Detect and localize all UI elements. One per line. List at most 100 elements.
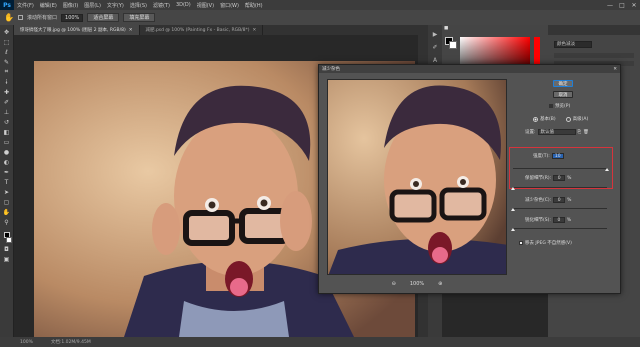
advanced-label: 高级(A) <box>572 117 589 122</box>
zoom-field[interactable]: 100% <box>61 13 84 22</box>
zoom-out-icon[interactable]: ⊖ <box>392 281 396 287</box>
preserve-detail-slider-handle[interactable] <box>511 187 515 190</box>
screen-mode-icon[interactable]: ▣ <box>2 255 11 263</box>
delete-settings-icon[interactable]: 🗑 <box>583 130 589 135</box>
sharpen-slider-handle[interactable] <box>511 228 515 231</box>
layers-panel-header <box>548 25 640 35</box>
menu-item[interactable]: 文字(Y) <box>104 2 127 9</box>
character-icon[interactable]: A <box>433 57 437 64</box>
menu-item[interactable]: 选择(S) <box>127 2 150 9</box>
tab-document-2[interactable]: 减肥.psd @ 100% (Painting Fx - Basic, RGB/… <box>140 25 264 35</box>
menu-item[interactable]: 编辑(E) <box>37 2 60 9</box>
fill-screen-button[interactable]: 填充屏幕 <box>123 13 156 22</box>
history-icon[interactable]: ▶ <box>433 31 438 38</box>
fit-screen-button[interactable]: 适合屏幕 <box>87 13 120 22</box>
quick-select-icon[interactable]: ✎ <box>2 58 11 66</box>
menu-item[interactable]: 视图(V) <box>194 2 217 9</box>
path-select-icon[interactable]: ➤ <box>2 188 11 196</box>
marquee-icon[interactable]: ⬚ <box>2 38 11 46</box>
background-color-picker[interactable] <box>449 41 457 49</box>
type-icon[interactable]: T <box>2 178 11 186</box>
preview-checkbox[interactable] <box>549 104 553 108</box>
jpeg-artifact-label: 移去 JPEG 不自然感(V) <box>525 241 572 246</box>
menu-item[interactable]: 图像(I) <box>60 2 81 9</box>
strength-label: 强度(T): <box>533 154 550 159</box>
preserve-detail-row: 保留细节(R): 0 % <box>525 175 571 181</box>
basic-label: 基本(B) <box>540 117 556 122</box>
strength-slider-track[interactable] <box>513 168 607 169</box>
dodge-icon[interactable]: ◐ <box>2 158 11 166</box>
zoom-in-icon[interactable]: ⊕ <box>438 281 442 287</box>
reduce-color-slider-handle[interactable] <box>511 208 515 211</box>
pen-icon[interactable]: ✒ <box>2 168 11 176</box>
menu-item[interactable]: 3D(D) <box>173 2 194 9</box>
gradient-icon[interactable]: ▭ <box>2 138 11 146</box>
background-color-swatch[interactable] <box>5 237 12 243</box>
menu-item[interactable]: 窗口(W) <box>217 2 242 9</box>
strength-slider-handle[interactable] <box>605 168 609 171</box>
advanced-radio[interactable] <box>565 116 571 122</box>
photoshop-logo: Ps <box>0 0 14 10</box>
blend-mode-select[interactable]: 颜色减淡 <box>554 41 592 48</box>
strength-row: 强度(T): 10 <box>533 153 564 159</box>
ok-button[interactable]: 确定 <box>553 80 573 87</box>
minimize-button[interactable]: — <box>604 0 616 10</box>
preview-label: 预览(P) <box>555 104 571 109</box>
hand-icon[interactable]: ✋ <box>4 13 14 23</box>
filter-preview[interactable] <box>327 79 507 275</box>
heal-icon[interactable]: ✚ <box>2 88 11 96</box>
quick-mask-icon[interactable]: ◘ <box>2 245 11 253</box>
crop-icon[interactable]: ⌗ <box>2 68 11 76</box>
status-bar: 100% 文档:1.02M/9.45M <box>0 337 640 347</box>
percent-label: % <box>566 217 572 223</box>
close-window-button[interactable]: ✕ <box>628 0 640 10</box>
move-icon[interactable]: ✥ <box>2 28 11 36</box>
brush-panel-icon[interactable]: ✐ <box>432 44 437 51</box>
maximize-button[interactable]: □ <box>616 0 628 10</box>
eraser-icon[interactable]: ◧ <box>2 128 11 136</box>
menu-item[interactable]: 文件(F) <box>14 2 37 9</box>
eyedropper-icon[interactable]: ɨ <box>2 78 11 86</box>
reduce-color-slider-track[interactable] <box>513 208 607 209</box>
document-tabs: 惊讶搞怪大了眼.jpg @ 100% (图层 2 副本, RGB/8) ✕ 减肥… <box>14 25 418 35</box>
preview-option: 预览(P) <box>549 103 570 109</box>
tab-label: 减肥.psd @ 100% (Painting Fx - Basic, RGB/… <box>145 28 250 33</box>
mode-options: 基本(B) 高级(A) <box>533 116 588 122</box>
jpeg-artifact-checkbox[interactable] <box>519 241 523 245</box>
zoom-icon[interactable]: ⚲ <box>2 218 11 226</box>
save-settings-icon[interactable]: ⎘ <box>578 129 582 135</box>
strength-field[interactable]: 10 <box>551 153 564 159</box>
layer-row[interactable] <box>554 53 634 58</box>
sharpen-row: 锐化细节(S): 0 % <box>525 217 571 223</box>
tab-label: 惊讶搞怪大了眼.jpg @ 100% (图层 2 副本, RGB/8) <box>20 28 126 33</box>
preview-zoom-controls: ⊖ 100% ⊕ <box>327 279 507 289</box>
tab-document-1[interactable]: 惊讶搞怪大了眼.jpg @ 100% (图层 2 副本, RGB/8) ✕ <box>14 25 140 35</box>
preserve-detail-field[interactable]: 0 <box>553 175 566 181</box>
scroll-all-checkbox[interactable] <box>18 15 23 20</box>
close-icon[interactable]: ✕ <box>613 67 617 72</box>
settings-row: 设置: 默认值 ⎘ 🗑 <box>525 129 589 135</box>
shape-icon[interactable]: ▢ <box>2 198 11 206</box>
reduce-color-row: 减少杂色(C): 0 % <box>525 197 571 203</box>
sharpen-slider-track[interactable] <box>513 228 607 229</box>
sharpen-field[interactable]: 0 <box>552 217 565 223</box>
status-zoom: 100% <box>20 339 33 345</box>
settings-select[interactable]: 默认值 <box>537 129 576 135</box>
close-icon[interactable]: ✕ <box>129 28 133 33</box>
history-brush-icon[interactable]: ↺ <box>2 118 11 126</box>
preserve-detail-slider-track[interactable] <box>513 187 607 188</box>
brush-icon[interactable]: ✐ <box>2 98 11 106</box>
color-panel-tab[interactable]: ■ <box>444 26 448 31</box>
menu-item[interactable]: 滤镜(T) <box>150 2 173 9</box>
hand-tool-icon[interactable]: ✋ <box>2 208 11 216</box>
reduce-color-label: 减少杂色(C): <box>525 198 552 203</box>
lasso-icon[interactable]: ℓ <box>2 48 11 56</box>
menu-item[interactable]: 图层(L) <box>81 2 104 9</box>
blur-icon[interactable]: ● <box>2 148 11 156</box>
basic-radio[interactable] <box>533 116 538 122</box>
reduce-color-field[interactable]: 0 <box>553 197 566 203</box>
menu-item[interactable]: 帮助(H) <box>242 2 266 9</box>
close-icon[interactable]: ✕ <box>253 28 257 33</box>
stamp-icon[interactable]: ⊥ <box>2 108 11 116</box>
cancel-button[interactable]: 取消 <box>553 91 573 98</box>
